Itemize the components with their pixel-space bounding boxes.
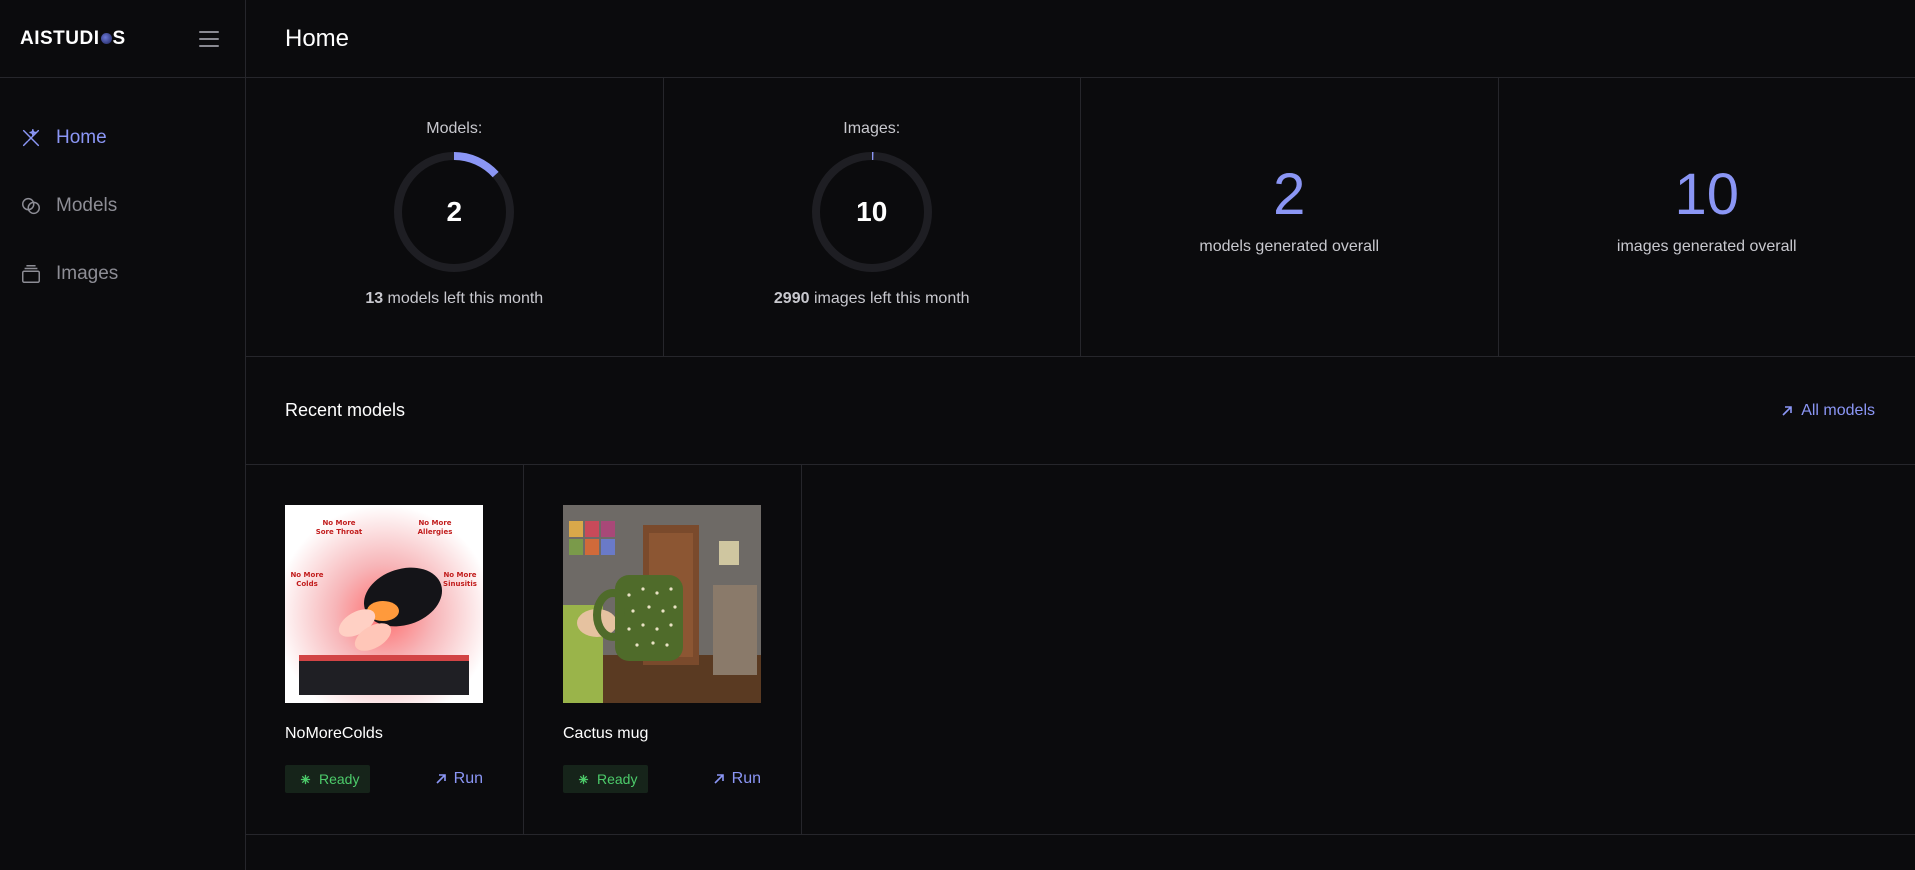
- recent-models-title: Recent models: [285, 400, 406, 420]
- models-overall-stat: 2 models generated overall: [1081, 78, 1499, 356]
- images-gauge: 10: [810, 150, 934, 274]
- thumb-label: No More: [290, 571, 323, 579]
- logo-dot-icon: [100, 33, 112, 44]
- run-label: Run: [731, 770, 761, 787]
- thumb-label: Sore Throat: [316, 528, 363, 536]
- all-models-link[interactable]: All models: [1781, 402, 1875, 420]
- run-button[interactable]: Run: [713, 770, 761, 788]
- logo-text-suffix: S: [112, 27, 126, 49]
- models-left-label: models left this month: [383, 290, 544, 307]
- top-bar: Home: [246, 0, 1915, 78]
- thumb-label: Allergies: [418, 528, 453, 536]
- models-left-text: 13 models left this month: [365, 290, 543, 308]
- logo-text: AISTUDI: [20, 27, 100, 49]
- images-usage-stat: Images: 10 2990 images left this month: [664, 78, 1081, 356]
- thumb-label: No More: [322, 519, 355, 527]
- models-gauge: 2: [392, 150, 516, 274]
- status-badge-label: Ready: [319, 771, 360, 787]
- recent-models-header: Recent models All models: [246, 357, 1915, 465]
- model-name: Cactus mug: [563, 725, 649, 742]
- thumb-label: No More: [443, 571, 476, 579]
- status-badge: Ready: [285, 765, 371, 793]
- images-left-text: 2990 images left this month: [774, 290, 970, 308]
- models-left-count: 13: [365, 290, 384, 307]
- model-card: Cactus mug Ready Run: [524, 465, 802, 834]
- model-card-actions: Ready Run: [285, 765, 483, 793]
- models-usage-label: Models:: [426, 120, 483, 137]
- images-gauge-value: 10: [856, 196, 888, 227]
- logo[interactable]: AISTUDI S: [20, 28, 126, 50]
- images-overall-caption: images generated overall: [1616, 238, 1797, 255]
- images-usage-label: Images:: [843, 120, 901, 137]
- run-button[interactable]: Run: [435, 770, 483, 788]
- sidebar-header: AISTUDI S: [0, 0, 245, 78]
- sparkle-icon: [578, 774, 589, 784]
- model-name: NoMoreColds: [285, 725, 383, 742]
- stats-row: Models: 2 13 models left this month Imag…: [246, 78, 1915, 357]
- status-badge-label: Ready: [597, 771, 638, 787]
- sparkle-icon: [300, 774, 311, 784]
- model-card: No More Sore Throat No More Allergies No…: [246, 465, 524, 834]
- images-left-count: 2990: [773, 290, 810, 307]
- sidebar-item-label: Models: [56, 195, 118, 216]
- images-stack-icon: [22, 265, 40, 283]
- hamburger-menu-icon[interactable]: [199, 30, 219, 47]
- images-left-label: images left this month: [809, 290, 970, 307]
- model-thumbnail[interactable]: No More Sore Throat No More Allergies No…: [285, 505, 483, 703]
- model-thumbnail[interactable]: [563, 505, 761, 703]
- home-sparkle-icon: [22, 129, 40, 147]
- images-overall-stat: 10 images generated overall: [1499, 78, 1915, 356]
- sidebar: AISTUDI S Home Models Images: [0, 0, 246, 870]
- sidebar-item-images[interactable]: Images: [0, 240, 245, 308]
- sidebar-item-label: Home: [56, 127, 107, 148]
- page-title: Home: [285, 24, 350, 52]
- images-overall-value: 10: [1674, 162, 1739, 227]
- thumb-label: Sinusitis: [443, 580, 477, 588]
- arrow-up-right-icon: [436, 774, 446, 784]
- sidebar-nav: Home Models Images: [0, 78, 245, 308]
- model-card-actions: Ready Run: [563, 765, 761, 793]
- models-usage-stat: Models: 2 13 models left this month: [246, 78, 664, 356]
- models-overall-value: 2: [1273, 162, 1306, 227]
- arrow-up-right-icon: [1782, 405, 1792, 416]
- status-badge: Ready: [563, 765, 649, 793]
- arrow-up-right-icon: [714, 774, 724, 784]
- recent-models-list: No More Sore Throat No More Allergies No…: [246, 465, 1915, 835]
- sidebar-item-label: Images: [56, 263, 119, 284]
- all-models-label: All models: [1801, 401, 1875, 419]
- thumb-label: Colds: [296, 580, 318, 588]
- sidebar-item-models[interactable]: Models: [0, 172, 245, 240]
- models-icon: [22, 197, 40, 215]
- thumb-label: No More: [418, 519, 451, 527]
- models-gauge-value: 2: [446, 196, 463, 227]
- sidebar-item-home[interactable]: Home: [0, 104, 245, 172]
- main-content: Home Models: 2 13 models left this month…: [246, 0, 1915, 870]
- run-label: Run: [453, 770, 483, 787]
- models-overall-caption: models generated overall: [1199, 238, 1380, 255]
